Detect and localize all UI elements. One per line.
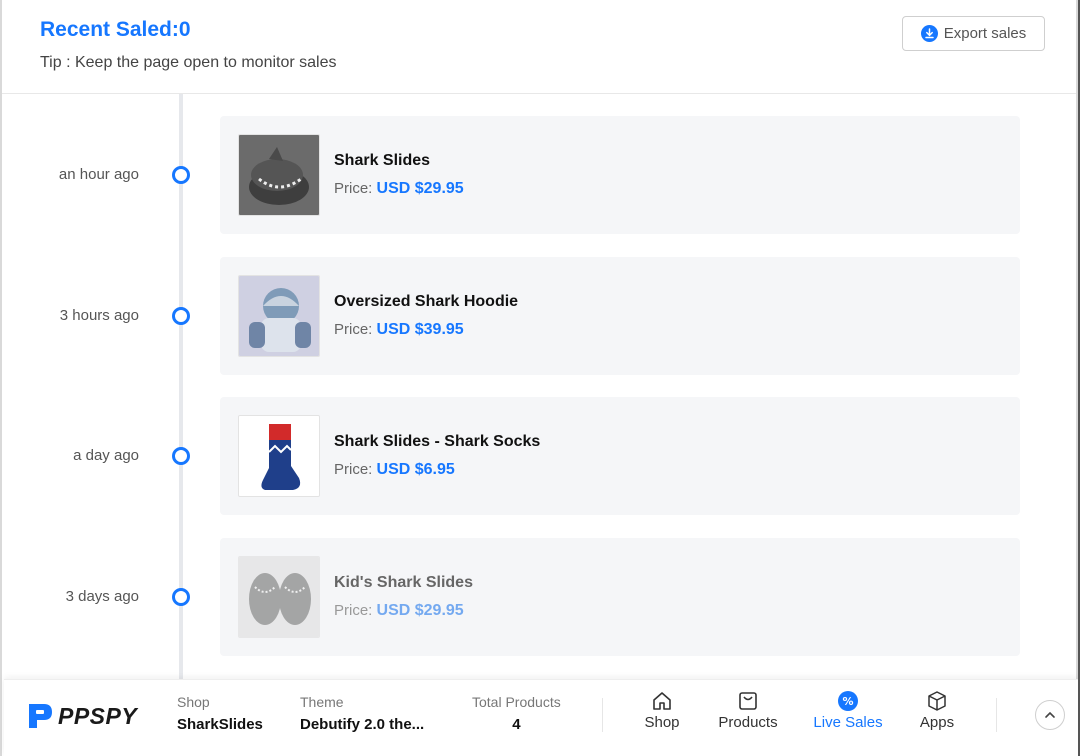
download-icon (920, 25, 938, 42)
nav-apps-label: Apps (919, 714, 955, 731)
sale-card[interactable]: Shark Slides Price: USD $29.95 (220, 116, 1020, 234)
sale-card[interactable]: Oversized Shark Hoodie Price: USD $39.95 (220, 257, 1020, 375)
header: Recent Saled:0 Tip : Keep the page open … (2, 0, 1076, 94)
sale-card[interactable]: Shark Slides - Shark Socks Price: USD $6… (220, 397, 1020, 515)
divider (996, 698, 997, 732)
sale-time: 3 days ago (65, 588, 139, 605)
timeline-dot (172, 588, 190, 606)
svg-text:%: % (842, 695, 853, 708)
product-thumbnail (238, 275, 320, 357)
product-price: Price: USD $39.95 (334, 321, 464, 339)
cube-icon (928, 691, 946, 711)
timeline-dot (172, 307, 190, 325)
page-title: Recent Saled:0 (40, 18, 191, 41)
nav-shop[interactable]: Shop (622, 690, 702, 731)
price-label: Price: (334, 321, 373, 338)
price-amount: USD $29.95 (376, 602, 464, 619)
footer-bar: PPSPY Shop SharkSlides Theme Debutify 2.… (4, 679, 1078, 756)
logo-text: PPSPY (58, 702, 138, 729)
nav-shop-label: Shop (644, 714, 680, 731)
theme-value: Debutify 2.0 the... (300, 716, 425, 733)
total-products-label: Total Products (472, 694, 561, 710)
shop-info: Shop SharkSlides (177, 694, 263, 733)
price-amount: USD $39.95 (376, 321, 464, 338)
theme-label: Theme (300, 694, 344, 710)
ppspy-logo[interactable]: PPSPY (26, 700, 137, 732)
sale-card[interactable]: Kid's Shark Slides Price: USD $29.95 (220, 538, 1020, 656)
sale-time: a day ago (73, 447, 139, 464)
export-sales-button[interactable]: Export sales (902, 16, 1045, 51)
sale-row: an hour ago Shark Slides Price: USD $29.… (2, 116, 1080, 234)
product-name: Kid's Shark Slides (334, 574, 473, 591)
nav-products-label: Products (718, 714, 778, 731)
sale-row: 3 days ago Kid's Shark Slides Price: USD… (2, 538, 1080, 656)
sale-row: a day ago Shark Slides - Shark Socks Pri… (2, 397, 1080, 515)
nav-apps[interactable]: Apps (897, 690, 977, 731)
bag-icon (739, 692, 757, 710)
product-thumbnail (238, 415, 320, 497)
chevron-up-icon (1045, 711, 1055, 718)
product-name: Shark Slides (334, 152, 431, 169)
tip-text: Tip : Keep the page open to monitor sale… (40, 54, 337, 71)
timeline-dot (172, 166, 190, 184)
live-sales-panel: Recent Saled:0 Tip : Keep the page open … (0, 0, 1078, 756)
collapse-button[interactable] (1035, 700, 1065, 730)
product-thumbnail (238, 556, 320, 638)
product-price: Price: USD $29.95 (334, 602, 464, 620)
ppspy-logo-icon (29, 704, 52, 728)
product-price: Price: USD $29.95 (334, 180, 464, 198)
nav-live-sales-label: Live Sales (813, 714, 883, 731)
product-price: Price: USD $6.95 (334, 461, 455, 479)
sale-row: 3 hours ago Oversized Shark Hoodie Price… (2, 257, 1080, 375)
nav-products[interactable]: Products (708, 690, 788, 731)
sale-time: 3 hours ago (59, 307, 139, 324)
divider (602, 698, 603, 732)
price-amount: USD $29.95 (376, 180, 464, 197)
total-products-value: 4 (512, 716, 521, 733)
nav-live-sales[interactable]: % Live Sales (808, 690, 888, 731)
export-sales-label: Export sales (943, 25, 1027, 42)
home-icon (653, 692, 671, 710)
theme-info: Theme Debutify 2.0 the... (300, 694, 424, 733)
product-thumbnail (238, 134, 320, 216)
price-label: Price: (334, 461, 373, 478)
product-name: Oversized Shark Hoodie (334, 293, 519, 310)
product-name: Shark Slides - Shark Socks (334, 433, 541, 450)
shop-label: Shop (177, 694, 210, 710)
timeline-dot (172, 447, 190, 465)
price-label: Price: (334, 180, 373, 197)
shop-value: SharkSlides (177, 716, 263, 733)
price-label: Price: (334, 602, 373, 619)
total-products-info: Total Products 4 (472, 694, 561, 733)
price-amount: USD $6.95 (376, 461, 455, 478)
sale-time: an hour ago (58, 166, 139, 183)
percent-icon: % (838, 691, 858, 711)
